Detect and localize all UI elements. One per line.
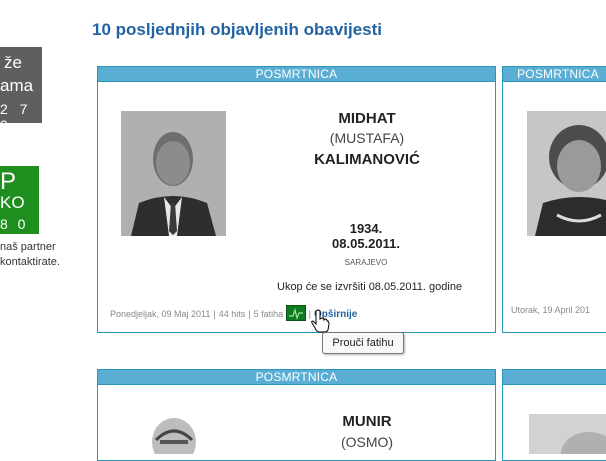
deceased-city: SARAJEVO	[344, 258, 388, 267]
portrait-photo	[527, 111, 606, 236]
obituary-card: POSMRTNICA MUNIR (OSMO)	[97, 369, 496, 461]
sidebar-gray-banner[interactable]: že ama 2 7 9	[0, 47, 42, 133]
deceased-father-name: (MUSTAFA)	[329, 130, 405, 146]
hits-count: 44 hits	[218, 309, 246, 319]
banner-text-1: že	[4, 53, 22, 72]
portrait-image	[121, 111, 226, 236]
page-title: 10 posljednjih objavljenih obavijesti	[92, 20, 383, 39]
portrait-photo	[529, 414, 606, 454]
obituary-card: POSMRTNICA MIDHAT (MUSTAFA) KALIMANOVIĆ …	[97, 66, 496, 333]
portrait-photo	[121, 111, 226, 236]
partner-text: naš partner kontaktirate.	[0, 240, 60, 270]
deceased-surname: KALIMANOVIĆ	[314, 151, 420, 168]
card-header: POSMRTNICA	[503, 67, 606, 82]
fatiha-icon[interactable]	[285, 305, 306, 321]
obituary-card: POSMRTNICA Utorak, 19 April 201	[502, 66, 606, 333]
sidebar-green-banner[interactable]: P KO 8 0 8	[0, 166, 39, 248]
publish-date: Utorak, 19 April 201	[511, 305, 591, 315]
banner-text-3: 2 7 9	[0, 101, 32, 133]
death-date: 08.05.2011.	[332, 236, 400, 251]
partner-line-2: kontaktirate.	[0, 256, 60, 268]
fatiha-count: 5 fatiha	[253, 309, 284, 319]
banner-text-2: ama	[0, 76, 34, 95]
portrait-image	[144, 414, 204, 454]
partner-line-1: naš partner	[0, 241, 56, 253]
portrait-photo	[144, 414, 204, 454]
deceased-dates: 1934. 08.05.2011.	[316, 221, 416, 251]
banner-text-2: KO	[0, 193, 25, 212]
deceased-first-name: MUNIR	[342, 413, 392, 430]
prayer-hands-icon	[288, 307, 303, 320]
card-header: POSMRTNICA	[98, 67, 495, 82]
burial-notice: Ukop će se izvršiti 08.05.2011. godine	[277, 281, 463, 293]
portrait-image	[529, 414, 606, 454]
birth-year: 1934.	[349, 221, 383, 236]
deceased-father-name: (OSMO)	[340, 434, 394, 450]
card-header: POSMRTNICA	[98, 370, 495, 385]
deceased-first-name: MIDHAT	[338, 110, 396, 127]
banner-text-1: P	[0, 168, 17, 195]
fatiha-tooltip: Prouči fatihu	[322, 332, 404, 354]
portrait-image	[527, 111, 606, 236]
card-header	[503, 370, 606, 385]
obituary-card	[502, 369, 606, 461]
hand-cursor-icon	[311, 309, 330, 333]
publish-date: Ponedjeljak, 09 Maj 2011	[110, 309, 211, 319]
